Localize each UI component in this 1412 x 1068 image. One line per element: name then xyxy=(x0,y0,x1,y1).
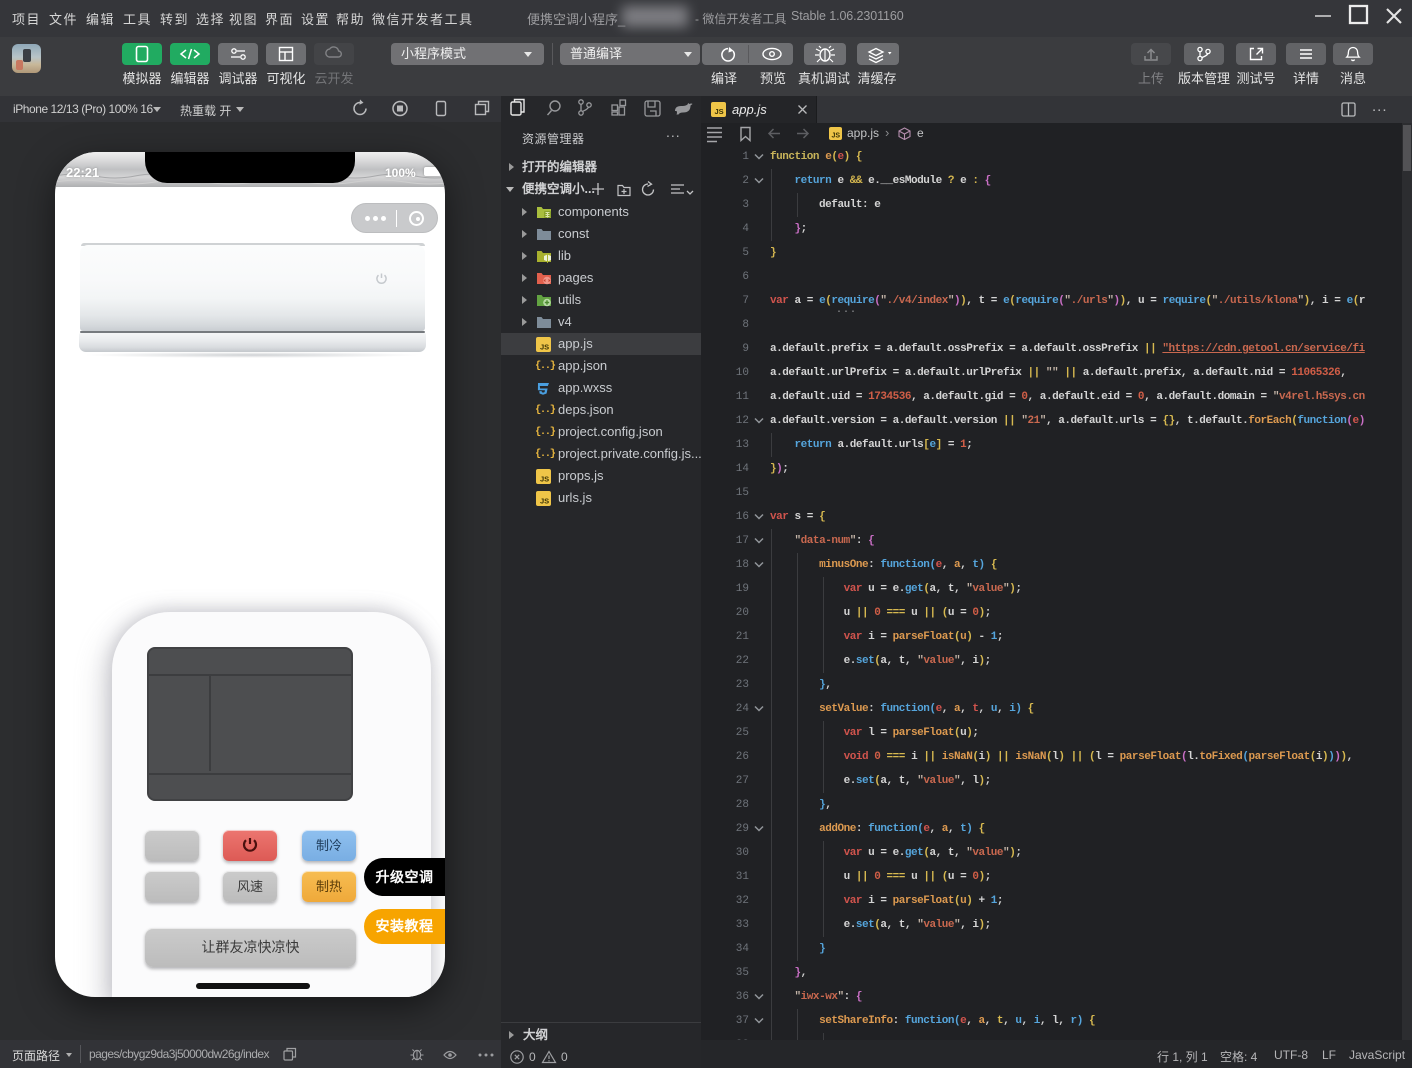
svg-text:JS: JS xyxy=(540,497,549,506)
svg-text:JS: JS xyxy=(832,133,841,140)
svg-text:JS: JS xyxy=(715,107,724,116)
svg-text:JS: JS xyxy=(540,475,549,484)
svg-text:JS: JS xyxy=(540,343,549,352)
